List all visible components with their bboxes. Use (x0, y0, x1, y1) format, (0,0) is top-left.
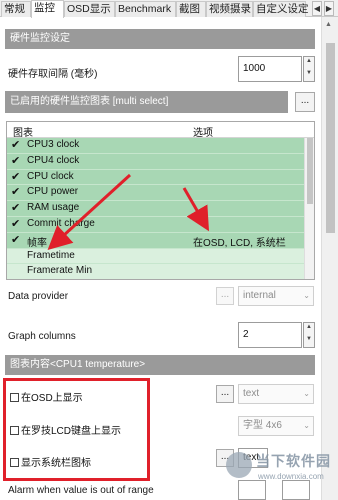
watermark-url: www.downxia.com (258, 472, 324, 481)
annotation-arrow-to-options (182, 187, 210, 232)
highlight-box (3, 378, 150, 481)
annotation-arrow-to-framerate (47, 173, 132, 251)
watermark-title: 当下软件园 (256, 453, 331, 469)
watermark: 当下软件园 www.downxia.com (226, 448, 338, 492)
watermark-logo-icon (226, 452, 252, 478)
